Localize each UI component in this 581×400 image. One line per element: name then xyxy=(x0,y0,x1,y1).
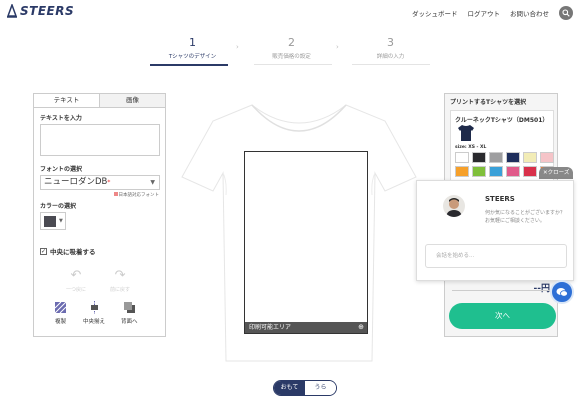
nav-contact[interactable]: お問い合わせ xyxy=(510,8,549,18)
undo-button[interactable]: ↶ 一つ戻に xyxy=(66,268,86,293)
size-range: size: XS - XL xyxy=(455,145,487,150)
undo-label: 一つ戻に xyxy=(66,287,87,293)
back-side-button[interactable]: うら xyxy=(305,381,336,395)
next-button[interactable]: 次へ xyxy=(449,303,556,329)
shirt-select-title: プリントするTシャツを選択 xyxy=(450,99,527,106)
step-1-number: 1 xyxy=(189,36,196,49)
center-snap-option[interactable]: ✓ 中央に吸着する xyxy=(40,246,96,256)
print-area-label-bar: 印刷可能エリア ⊕ xyxy=(245,322,367,333)
tool-tabs: テキスト 画像 xyxy=(34,94,165,108)
brand-logo[interactable]: STEERS xyxy=(6,3,74,19)
font-select-label: フォントの選択 xyxy=(40,166,83,173)
font-value: ニューロダンDB xyxy=(44,177,108,187)
center-align-button[interactable]: 中央揃え xyxy=(83,301,105,325)
duplicate-label: 複製 xyxy=(54,319,66,325)
step-2-number: 2 xyxy=(288,36,295,49)
japanese-font-note: 日本語対応フォント xyxy=(113,192,160,198)
text-input-label: テキストを入力 xyxy=(40,115,82,122)
search-button[interactable] xyxy=(559,6,573,20)
center-align-icon xyxy=(90,301,98,314)
top-nav: ダッシュボード ログアウト お問い合わせ xyxy=(412,6,573,20)
history-controls: ↶ 一つ戻に ↷ 前に戻す xyxy=(66,268,130,293)
color-swatch-4[interactable] xyxy=(506,152,520,163)
text-tool-panel: テキスト 画像 テキストを入力 フォントの選択 ニューロダンDB* ▼ 日本語対… xyxy=(33,93,166,337)
step-3-label: 詳細の入力 xyxy=(376,54,405,60)
duplicate-button[interactable]: 複製 xyxy=(54,301,67,325)
chat-message: 何か気になることがございますか？お気軽にご相談ください。 xyxy=(485,210,566,224)
nav-dashboard[interactable]: ダッシュボード xyxy=(412,8,458,18)
chevron-right-icon: › xyxy=(236,43,239,51)
color-select-label: カラーの選択 xyxy=(40,203,77,210)
color-swatch-9[interactable] xyxy=(489,166,503,177)
color-swatch-7[interactable] xyxy=(455,166,469,177)
text-input[interactable] xyxy=(40,124,160,156)
chat-close-button[interactable]: ✕クローズ xyxy=(539,167,574,179)
step-1: 1 Tシャツのデザイン xyxy=(150,36,235,66)
center-align-label: 中央揃え xyxy=(83,319,106,325)
chevron-right-icon: › xyxy=(336,43,339,51)
step-2: 2 販売価格の設定 xyxy=(249,36,334,60)
price: --円 xyxy=(533,284,550,294)
front-back-toggle: おもて うら xyxy=(273,380,337,396)
color-swatch-3[interactable] xyxy=(489,152,503,163)
price-divider xyxy=(452,290,550,291)
caret-down-icon: ▼ xyxy=(150,179,155,186)
selected-color-swatch xyxy=(44,215,56,227)
person-icon xyxy=(446,198,462,217)
chat-launcher-button[interactable] xyxy=(550,280,574,304)
step-2-label: 販売価格の設定 xyxy=(272,54,311,60)
search-icon xyxy=(562,9,570,17)
redo-label: 前に戻す xyxy=(110,287,131,293)
caret-down-icon: ▼ xyxy=(59,218,63,224)
send-back-icon xyxy=(123,302,135,313)
step-3-number: 3 xyxy=(387,36,394,49)
step-3-line xyxy=(352,64,430,65)
chat-popup: STEERS 何か気になることがございますか？お気軽にご相談ください。 会話を始… xyxy=(416,180,574,281)
font-select[interactable]: ニューロダンDB* ▼ xyxy=(40,175,160,190)
center-snap-label: 中央に吸着する xyxy=(50,248,96,256)
step-1-bar xyxy=(150,64,228,66)
color-swatch-5[interactable] xyxy=(523,152,537,163)
print-area[interactable]: 印刷可能エリア ⊕ xyxy=(244,151,368,334)
step-1-label: Tシャツのデザイン xyxy=(168,54,217,60)
center-snap-checkbox[interactable]: ✓ xyxy=(40,247,47,255)
zoom-icon[interactable]: ⊕ xyxy=(358,322,364,333)
layer-tools: 複製 中央揃え 背面へ xyxy=(54,301,138,325)
nav-logout[interactable]: ログアウト xyxy=(468,8,501,18)
print-area-label: 印刷可能エリア xyxy=(249,324,292,331)
duplicate-icon xyxy=(54,301,67,314)
chat-avatar xyxy=(443,195,465,217)
font-required-mark: * xyxy=(107,179,111,186)
front-side-button[interactable]: おもて xyxy=(274,381,305,395)
send-back-label: 背面へ xyxy=(121,319,138,325)
step-indicator: 1 Tシャツのデザイン › 2 販売価格の設定 › 3 詳細の入力 xyxy=(150,36,432,66)
redo-button[interactable]: ↷ 前に戻す xyxy=(110,268,130,293)
tab-text[interactable]: テキスト xyxy=(34,94,100,107)
color-swatch-11[interactable] xyxy=(523,166,537,177)
color-swatch-10[interactable] xyxy=(506,166,520,177)
color-swatch-8[interactable] xyxy=(472,166,486,177)
tshirt-thumbnail-icon xyxy=(458,125,474,141)
send-back-button[interactable]: 背面へ xyxy=(121,301,138,325)
step-3: 3 詳細の入力 xyxy=(348,36,433,60)
tab-image[interactable]: 画像 xyxy=(100,94,165,107)
color-swatch-1[interactable] xyxy=(455,152,469,163)
logo-icon xyxy=(6,4,18,18)
japanese-font-badge-icon xyxy=(113,192,118,196)
chat-agent-name: STEERS xyxy=(485,195,515,203)
step-2-line xyxy=(254,64,332,65)
chat-input[interactable]: 会話を始める... xyxy=(425,244,567,268)
color-select[interactable]: ▼ xyxy=(40,212,66,230)
redo-icon: ↷ xyxy=(114,268,126,283)
logo-text: STEERS xyxy=(20,4,75,18)
color-swatch-2[interactable] xyxy=(472,152,486,163)
color-swatch-6[interactable] xyxy=(540,152,554,163)
japanese-font-note-text: 日本語対応フォント xyxy=(118,193,160,198)
chat-bubble-icon xyxy=(556,287,568,297)
undo-icon: ↶ xyxy=(70,268,82,283)
